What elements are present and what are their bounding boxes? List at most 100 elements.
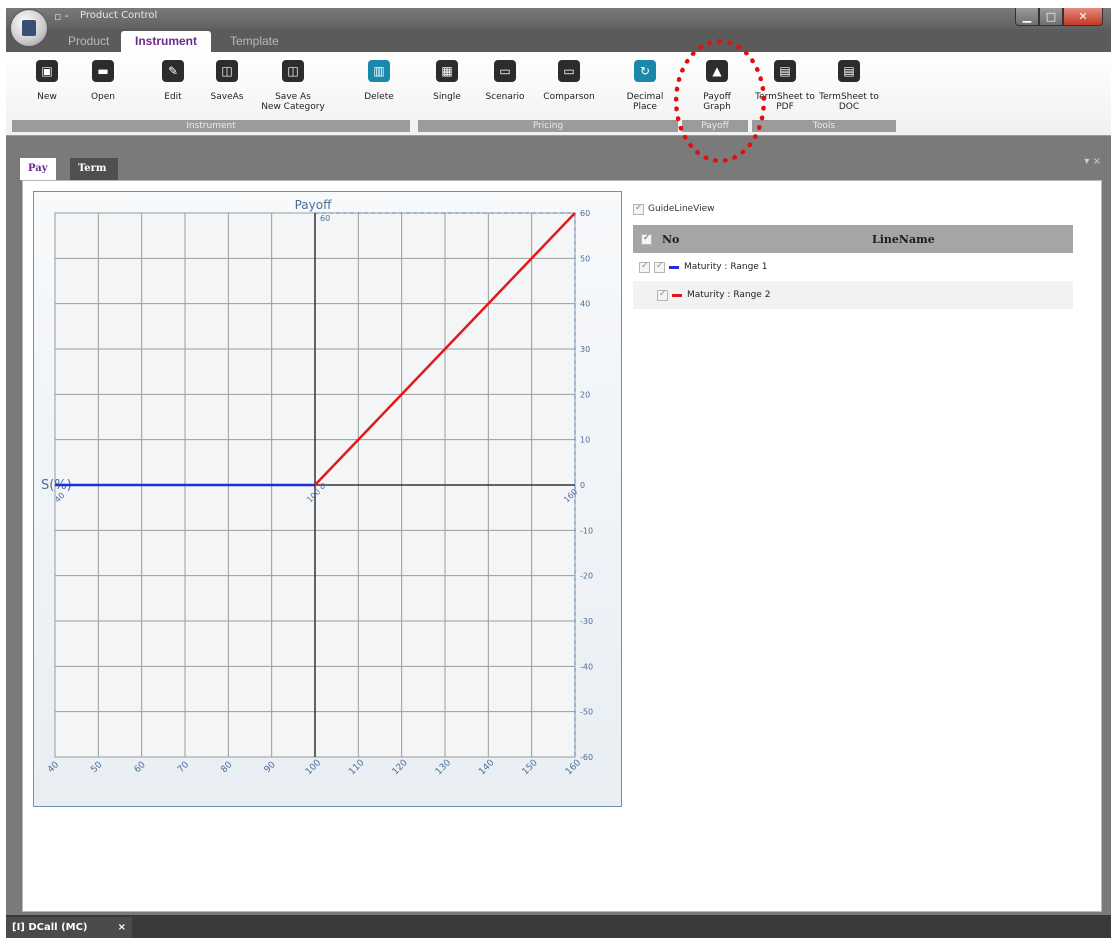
ribbon-button-label: TermSheet to DOC bbox=[819, 92, 879, 112]
document-icon-glyph: ▤ bbox=[843, 64, 855, 78]
open-document-tab[interactable]: [I] DCall (MC) × bbox=[6, 917, 132, 938]
x-tick-label: 70 bbox=[176, 760, 191, 775]
y-tick-label: -60 bbox=[580, 753, 593, 762]
guideline-checkbox[interactable] bbox=[633, 203, 644, 215]
header-linename: LineName bbox=[872, 232, 935, 246]
app-menu-orb[interactable] bbox=[10, 9, 48, 47]
x-tick-label: 130 bbox=[434, 758, 453, 777]
payoff-chart-svg: 40 50 60 70 80 90 100 110 120 130 140 150 1606050403… bbox=[41, 198, 593, 777]
ribbon-button-label: Delete bbox=[364, 92, 394, 102]
status-bar: [I] DCall (MC) × bbox=[6, 915, 1111, 938]
chart-title: Payoff bbox=[295, 198, 332, 212]
maximize-button[interactable]: □ bbox=[1039, 8, 1063, 26]
x-tick-label: 100 bbox=[304, 758, 323, 777]
y-tick-label: 10 bbox=[580, 436, 590, 445]
monitor-icon: ▭ bbox=[558, 60, 580, 82]
y-tick-label: -20 bbox=[580, 572, 593, 581]
window-controls: ▁ □ ✕ bbox=[1015, 8, 1103, 26]
guideline-label: GuideLineView bbox=[648, 204, 715, 214]
open-button[interactable]: ▬ Open bbox=[70, 60, 136, 102]
ribbon-button-label: Open bbox=[90, 92, 116, 102]
edit-icon: ✎ bbox=[162, 60, 184, 82]
quick-access-toolbar[interactable]: ▫ ╴ bbox=[54, 10, 72, 23]
line-row[interactable]: Maturity : Range 1 bbox=[633, 253, 1073, 281]
ribbon-button-label: Decimal Place bbox=[626, 92, 664, 112]
payoff-chart: 40 50 60 70 80 90 100 110 120 130 140 150 160 60 50 40 3… bbox=[33, 191, 622, 807]
x-tick-label: 90 bbox=[263, 760, 278, 775]
comparson-button[interactable]: ▭ Comparson bbox=[536, 60, 602, 102]
scenario-button[interactable]: ▭ Scenario bbox=[472, 60, 538, 102]
x-tick-label: 60 bbox=[133, 760, 148, 775]
ribbon-button-label: Scenario bbox=[485, 92, 525, 102]
y-tick-label: -40 bbox=[580, 662, 593, 671]
header-no: No bbox=[662, 232, 680, 246]
delete-button[interactable]: ▥ Delete bbox=[346, 60, 412, 102]
save-icon: ◫ bbox=[216, 60, 238, 82]
app-logo-icon bbox=[22, 20, 36, 36]
termsheet-to-doc-button[interactable]: ▤ TermSheet to DOC bbox=[816, 60, 882, 112]
calculator-icon: ▦ bbox=[436, 60, 458, 82]
document-icon: ▤ bbox=[774, 60, 796, 82]
line-table: No LineName Maturity : Range 1 Maturity … bbox=[633, 225, 1073, 309]
payoff-panel: 40 50 60 70 80 90 100 110 120 130 140 150 160 60 50 40 3… bbox=[22, 180, 1102, 912]
line-color-swatch bbox=[672, 293, 682, 297]
line-visible-checkbox[interactable] bbox=[657, 289, 668, 301]
tab-term-sheet[interactable]: Term Sheet bbox=[70, 158, 118, 196]
folder-icon-glyph: ▬ bbox=[97, 64, 109, 78]
y-top-center-label: 60 bbox=[320, 214, 330, 223]
close-icon[interactable]: × bbox=[118, 917, 126, 938]
ribbon: ▣ New ▬ Open ✎ Edit ◫ SaveAs ◫ Save As New Catego… bbox=[6, 52, 1111, 136]
x-tick-label: 110 bbox=[347, 758, 366, 777]
ribbon-group-tools: Tools bbox=[752, 120, 896, 132]
new-icon-glyph: ▣ bbox=[41, 64, 53, 78]
new-icon: ▣ bbox=[36, 60, 58, 82]
x-tick-label: 150 bbox=[521, 758, 540, 777]
document-tab-label: [I] DCall (MC) bbox=[12, 922, 88, 933]
x-tick-label: 120 bbox=[391, 758, 410, 777]
panel-controls[interactable]: ▾ × bbox=[1084, 156, 1101, 167]
y-tick-label: 20 bbox=[580, 390, 590, 399]
x-tick-label: 80 bbox=[219, 760, 234, 775]
line-visible-checkbox[interactable] bbox=[654, 261, 665, 273]
monitor-icon-glyph: ▭ bbox=[563, 64, 575, 78]
document-icon: ▤ bbox=[838, 60, 860, 82]
trash-icon-glyph: ▥ bbox=[373, 64, 385, 78]
y-tick-label: 30 bbox=[580, 345, 590, 354]
tab-template[interactable]: Template bbox=[216, 31, 293, 52]
ribbon-button-label: Comparson bbox=[543, 92, 595, 102]
y-tick-label: 50 bbox=[580, 254, 590, 263]
calculator-icon-glyph: ▦ bbox=[441, 64, 453, 78]
edit-icon-glyph: ✎ bbox=[167, 64, 179, 78]
line-color-swatch bbox=[669, 265, 679, 269]
content-area: Pay Off Term Sheet ▾ × 40506070809010011… bbox=[6, 136, 1111, 915]
select-all-checkbox[interactable] bbox=[641, 233, 652, 245]
y-tick-label: 60 bbox=[580, 209, 590, 218]
y-tick-label: 40 bbox=[580, 300, 590, 309]
saveas-button[interactable]: ◫ SaveAs bbox=[194, 60, 260, 102]
save-icon: ◫ bbox=[282, 60, 304, 82]
ribbon-group-pricing: Pricing bbox=[418, 120, 678, 132]
line-table-header: No LineName bbox=[633, 225, 1073, 253]
tab-instrument[interactable]: Instrument bbox=[121, 31, 212, 52]
refresh-icon: ↻ bbox=[634, 60, 656, 82]
ribbon-button-label: Save As New Category bbox=[261, 92, 325, 112]
guideline-view-toggle[interactable]: GuideLineView bbox=[633, 201, 715, 217]
line-row[interactable]: Maturity : Range 2 bbox=[633, 281, 1073, 309]
document-icon-glyph: ▤ bbox=[779, 64, 791, 78]
row-checkbox[interactable] bbox=[639, 261, 650, 273]
minimize-button[interactable]: ▁ bbox=[1015, 8, 1039, 26]
save-as-new-category-button[interactable]: ◫ Save As New Category bbox=[260, 60, 326, 112]
y-tick-label: -30 bbox=[580, 617, 593, 626]
highlight-circle-annotation bbox=[674, 39, 766, 163]
decimal-place-button[interactable]: ↻ Decimal Place bbox=[612, 60, 678, 112]
line-name: Maturity : Range 2 bbox=[687, 290, 771, 300]
tab-pay-off[interactable]: Pay Off bbox=[20, 158, 56, 196]
y-tick-label: 0 bbox=[580, 481, 585, 490]
app-window: ▫ ╴ Product Control ▁ □ ✕ Product Instru… bbox=[6, 8, 1111, 938]
ribbon-group-instrument: Instrument bbox=[12, 120, 410, 132]
single-button[interactable]: ▦ Single bbox=[414, 60, 480, 102]
trash-icon: ▥ bbox=[368, 60, 390, 82]
tab-product[interactable]: Product bbox=[54, 31, 123, 52]
close-button[interactable]: ✕ bbox=[1063, 8, 1103, 26]
refresh-icon-glyph: ↻ bbox=[639, 64, 651, 78]
